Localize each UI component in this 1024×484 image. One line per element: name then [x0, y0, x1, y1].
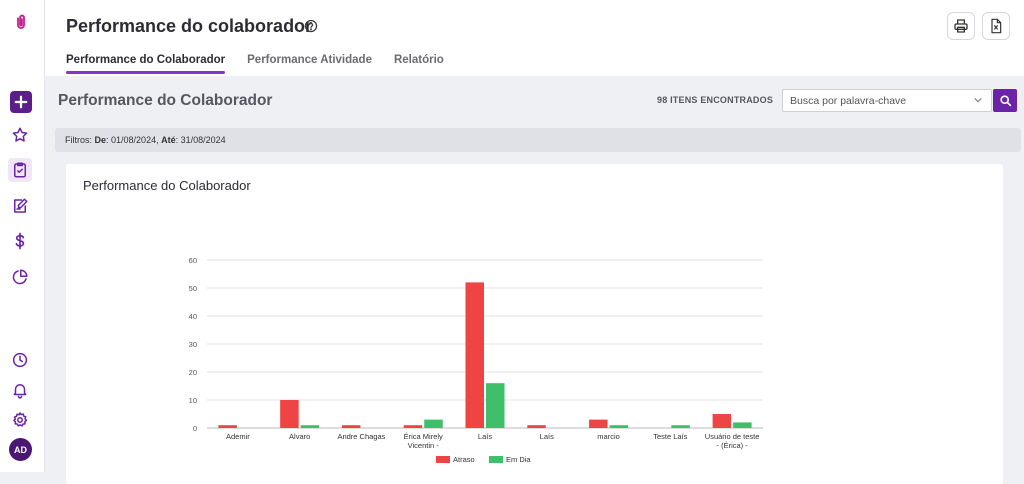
filters-bar: Filtros: De: 01/08/2024, Até: 31/08/2024 [55, 128, 1021, 152]
printer-icon [954, 19, 968, 33]
bar-atraso [712, 414, 732, 428]
dollar-icon[interactable] [8, 229, 32, 253]
legend-swatch-atraso [436, 456, 450, 463]
page-title: Performance do colaborador [66, 16, 313, 36]
bell-icon[interactable] [8, 378, 32, 402]
y-tick-label: 30 [189, 340, 197, 349]
avatar[interactable]: AD [9, 438, 32, 461]
bar-em-dia [424, 419, 443, 428]
print-button[interactable] [947, 12, 975, 40]
bar-em-dia [671, 425, 690, 428]
bar-atraso [218, 425, 237, 428]
edit-note-icon[interactable] [8, 194, 32, 218]
pie-chart-icon[interactable] [8, 265, 32, 289]
x-tick-label: Alvaro [289, 432, 310, 441]
y-tick-label: 0 [193, 424, 197, 433]
filters-prefix: Filtros: [65, 135, 95, 145]
search-button[interactable] [993, 89, 1017, 112]
y-tick-label: 50 [189, 284, 197, 293]
items-found-count: 98 ITENS ENCONTRADOS [657, 95, 774, 105]
star-icon[interactable] [8, 123, 32, 147]
y-tick-label: 10 [189, 396, 197, 405]
tab-performance-atividade[interactable]: Performance Atividade [247, 54, 372, 73]
x-tick-label: marcio [597, 432, 620, 441]
tab-relatorio[interactable]: Relatório [394, 54, 444, 73]
logo-paperclip-icon[interactable] [9, 10, 33, 34]
legend-label: Em Dia [506, 455, 531, 464]
legend-swatch-em-dia [489, 456, 503, 463]
bar-atraso [341, 425, 361, 428]
search-field[interactable] [782, 89, 992, 112]
clipboard-check-icon[interactable] [8, 158, 32, 182]
excel-export-icon [991, 18, 1002, 34]
bar-atraso [465, 282, 484, 428]
section-title: Performance do Colaborador [58, 92, 273, 109]
bar-em-dia [609, 425, 629, 428]
tab-performance-colaborador[interactable]: Performance do Colaborador [66, 54, 226, 74]
chart-card: Performance do Colaborador 0 10 20 30 40 50 60… [66, 164, 1003, 484]
tab-bar: Performance do Colaborador Performance A… [66, 54, 466, 74]
header: Performance do colaborador Performance d… [45, 0, 1024, 76]
legend-label: Atraso [453, 455, 475, 464]
bar-chart: 0 10 20 30 40 50 60 Ademir Alvaro Andre Chagas Éri… [189, 256, 763, 464]
gear-icon[interactable] [8, 408, 32, 432]
bar-em-dia [733, 422, 752, 428]
bar-atraso [527, 425, 546, 428]
sidebar: AD [0, 0, 45, 472]
bar-em-dia [300, 425, 320, 428]
clock-icon[interactable] [8, 348, 32, 372]
y-tick-label: 20 [189, 368, 197, 377]
excel-export-button[interactable] [982, 12, 1010, 40]
x-tick-label: Laís [540, 432, 554, 441]
plus-icon[interactable] [10, 91, 32, 113]
x-tick-label: Usuário de teste - (Érica) - [705, 432, 760, 450]
bar-atraso [403, 425, 423, 428]
filter-from-label: De [94, 135, 107, 145]
x-tick-label: Laís [478, 432, 492, 441]
filter-from-value: : 01/08/2024, [106, 135, 162, 145]
bar-atraso [280, 400, 299, 428]
x-tick-label: Andre Chagas [337, 432, 385, 441]
chevron-down-icon[interactable] [973, 95, 983, 105]
help-icon[interactable] [304, 19, 318, 33]
filter-to-value: : 31/08/2024 [175, 135, 226, 145]
bar-atraso [589, 419, 608, 428]
y-tick-label: 40 [189, 312, 197, 321]
search-icon [999, 95, 1011, 107]
bar-em-dia [486, 383, 505, 428]
y-tick-label: 60 [189, 256, 197, 265]
x-tick-label: Ademir [226, 432, 250, 441]
filter-to-label: Até [161, 135, 176, 145]
search-input[interactable] [783, 90, 963, 111]
x-tick-label: Teste Laís [653, 432, 687, 441]
x-tick-label: Érica Mirely Vicentin - [404, 432, 443, 450]
